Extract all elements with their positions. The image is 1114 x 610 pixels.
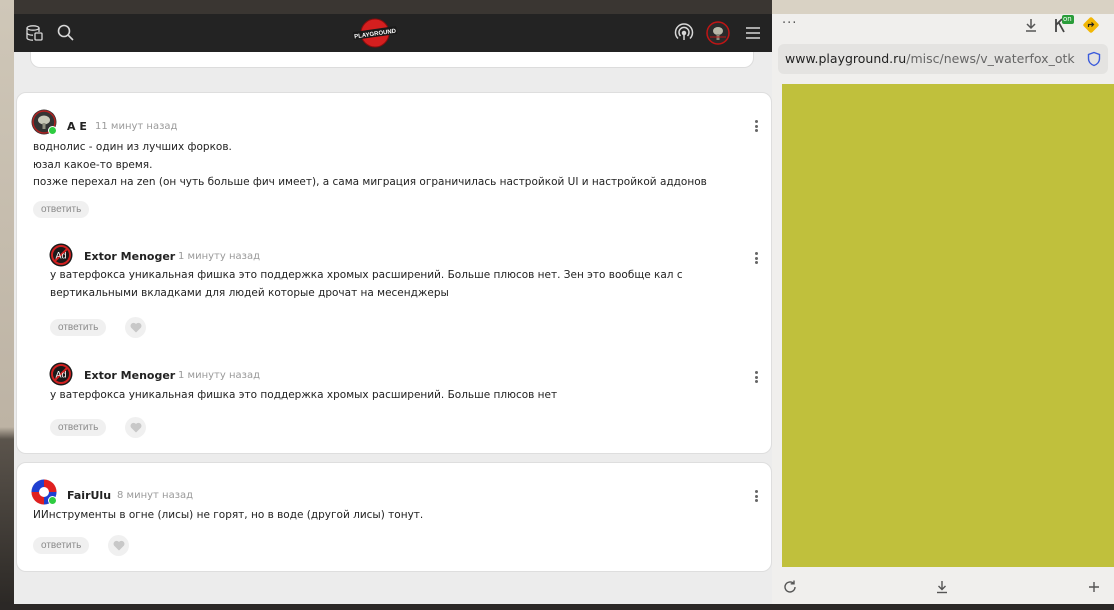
main-browser-window: PLAYGROUND A E 11 минут назад воднолис -… — [14, 14, 772, 604]
url-bar[interactable]: www.playground.ru/misc/news/v_waterfox_o… — [778, 44, 1108, 74]
more-options-icon[interactable] — [755, 371, 759, 383]
reload-icon[interactable] — [782, 579, 798, 595]
comment: A E 11 минут назад воднолис - один из лу… — [17, 93, 772, 233]
comment-line: у ватерфокса уникальная фишка это поддер… — [50, 389, 558, 401]
comment-author[interactable]: Extor Menoger — [84, 369, 175, 382]
like-button[interactable] — [108, 535, 129, 556]
panel-bottom-toolbar — [772, 570, 1114, 604]
hamburger-menu-icon[interactable] — [744, 23, 764, 43]
reply-button[interactable]: ответить — [33, 201, 90, 218]
like-button[interactable] — [125, 417, 146, 438]
reply-button[interactable]: ответить — [50, 319, 107, 336]
comment-line: воднолис - один из лучших форков. — [33, 141, 232, 153]
comment-text: воднолис - один из лучших форков. юзал к… — [33, 139, 707, 192]
desktop-background — [0, 0, 14, 610]
online-status-dot — [48, 496, 57, 505]
download-icon[interactable] — [934, 579, 950, 595]
comment-author[interactable]: Extor Menoger — [84, 250, 175, 263]
comment-time[interactable]: 1 минуту назад — [178, 251, 260, 262]
previous-comment-card — [30, 52, 754, 68]
comment-text: ИИнструменты в огне (лисы) не горят, но … — [33, 507, 423, 525]
route-sign-icon[interactable] — [1082, 16, 1100, 34]
search-icon[interactable] — [56, 23, 76, 43]
user-avatar[interactable] — [706, 21, 730, 45]
svg-text:Ad: Ad — [55, 251, 66, 261]
more-options-icon[interactable] — [755, 252, 759, 264]
site-header: PLAYGROUND — [14, 14, 772, 52]
more-options-icon[interactable] — [755, 490, 759, 502]
url-text[interactable]: www.playground.ru/misc/news/v_waterfox_o… — [785, 51, 1075, 66]
url-path: /misc/news/v_waterfox_otk — [906, 51, 1075, 66]
svg-text:Ad: Ad — [55, 370, 66, 380]
download-icon[interactable] — [1024, 17, 1038, 33]
comment-line: ИИнструменты в огне (лисы) не горят, но … — [33, 509, 424, 521]
tracking-protection-shield-icon[interactable] — [1086, 51, 1102, 67]
reply-button[interactable]: ответить — [50, 419, 107, 436]
new-tab-plus-icon[interactable] — [1086, 579, 1102, 595]
comment-line: позже перехал на zen (он чуть больше фич… — [33, 176, 707, 188]
heart-icon — [130, 422, 141, 433]
comment-line: юзал какое-то время. — [33, 158, 153, 171]
avatar[interactable]: Ad — [49, 243, 73, 267]
online-status-dot — [48, 126, 57, 135]
comment-thread-card: FairUlu 8 минут назад ИИнструменты в огн… — [16, 462, 772, 572]
comment: FairUlu 8 минут назад ИИнструменты в огн… — [17, 463, 772, 573]
url-domain: www.playground.ru — [785, 51, 907, 66]
comment-reply: Ad Extor Menoger 1 минуту назад у ватерф… — [17, 233, 772, 353]
comment-author[interactable]: A E — [67, 120, 87, 133]
page-preview-area[interactable] — [782, 84, 1114, 567]
extension-icon[interactable]: on — [1052, 15, 1074, 35]
side-browser-panel: ··· on www.playground.ru/misc/news/v_wat… — [772, 14, 1114, 604]
comment-text: у ватерфокса уникальная фишка это поддер… — [50, 387, 557, 405]
comment-thread-card: A E 11 минут назад воднолис - один из лу… — [16, 92, 772, 454]
comment-line: вертикальными вкладками для людей которы… — [50, 286, 449, 299]
comment-time[interactable]: 1 минуту назад — [178, 370, 260, 381]
comment-author[interactable]: FairUlu — [67, 489, 111, 502]
avatar[interactable]: Ad — [49, 362, 73, 386]
reply-button[interactable]: ответить — [33, 537, 90, 554]
comment-line: у ватерфокса уникальная фишка это поддер… — [50, 269, 683, 281]
menu-dots-icon[interactable]: ··· — [782, 16, 797, 31]
podcast-icon[interactable] — [674, 23, 694, 43]
panel-toolbar: ··· on — [772, 14, 1114, 38]
playground-logo[interactable]: PLAYGROUND — [352, 18, 398, 48]
extension-badge: on — [1063, 15, 1072, 23]
heart-icon — [113, 540, 124, 551]
desktop-background-top — [772, 0, 1114, 14]
heart-icon — [130, 322, 141, 333]
comment-time[interactable]: 11 минут назад — [95, 121, 177, 132]
comment-text: у ватерфокса уникальная фишка это поддер… — [50, 267, 683, 302]
more-options-icon[interactable] — [755, 120, 759, 132]
like-button[interactable] — [125, 317, 146, 338]
database-icon[interactable] — [24, 23, 44, 43]
comment-time[interactable]: 8 минут назад — [117, 490, 193, 501]
comment-reply: Ad Extor Menoger 1 минуту назад у ватерф… — [17, 353, 772, 453]
